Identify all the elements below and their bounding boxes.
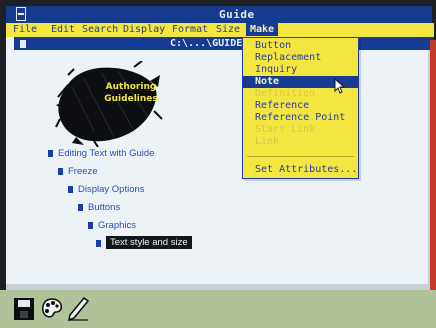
- menu-make[interactable]: Make: [246, 23, 279, 36]
- outline-bullet: [58, 168, 63, 175]
- authoring-title: Authoring Guidelines: [96, 81, 166, 105]
- make-menu-dropdown: Button Replacement Inquiry Note Definiti…: [242, 37, 359, 179]
- outline-item-editing-text[interactable]: Editing Text with Guide: [58, 148, 154, 159]
- outline-bullet: [88, 222, 93, 229]
- authoring-line-1: Authoring: [105, 82, 157, 92]
- outline-bullet: [48, 150, 53, 157]
- pen-icon[interactable]: [66, 296, 90, 322]
- menu-bar: File Edit Search Display Format Size Mak…: [6, 23, 434, 37]
- outline-item-graphics[interactable]: Graphics: [98, 220, 136, 231]
- outline-bullet: [96, 240, 101, 247]
- palette-icon[interactable]: [40, 296, 64, 322]
- menu-format[interactable]: Format: [172, 24, 208, 36]
- icon-bar: [0, 290, 436, 328]
- outline-bullet: [78, 204, 83, 211]
- menu-search[interactable]: Search: [82, 24, 118, 36]
- window-title: Guide: [219, 8, 255, 21]
- make-item-button[interactable]: Button: [243, 40, 358, 52]
- screen: Guide File Edit Search Display Format Si…: [0, 0, 436, 328]
- outline-item-text-style[interactable]: Text style and size: [106, 236, 192, 249]
- mouse-pointer-icon: [334, 78, 346, 94]
- authoring-line-2: Guidelines: [104, 94, 158, 104]
- title-bar[interactable]: Guide: [6, 6, 432, 23]
- make-item-set-attributes[interactable]: Set Attributes...: [243, 164, 358, 176]
- background-strip: [430, 40, 436, 290]
- system-menu-box[interactable]: [16, 7, 26, 21]
- menu-edit[interactable]: Edit: [51, 24, 75, 36]
- menu-separator: [247, 156, 354, 157]
- document-window: C:\...\GUIDE\AU Authoring Guidelines Edi…: [6, 37, 434, 290]
- make-item-replacement[interactable]: Replacement: [243, 52, 358, 64]
- outline-bullet: [68, 186, 73, 193]
- make-item-reference-point[interactable]: Reference Point: [243, 112, 358, 124]
- menu-display[interactable]: Display: [123, 24, 165, 36]
- document-system-box[interactable]: [20, 40, 26, 48]
- make-item-start-link: Start Link: [255, 124, 316, 135]
- document-caption[interactable]: C:\...\GUIDE\AU: [14, 37, 434, 50]
- make-item-inquiry[interactable]: Inquiry: [243, 64, 358, 76]
- menu-size[interactable]: Size: [216, 24, 240, 36]
- menu-file[interactable]: File: [13, 24, 37, 36]
- make-item-link: Link: [255, 136, 280, 147]
- outline-item-display-options[interactable]: Display Options: [78, 184, 145, 195]
- disk-icon[interactable]: [12, 296, 36, 322]
- outline-item-freeze[interactable]: Freeze: [68, 166, 98, 177]
- make-item-reference[interactable]: Reference: [243, 100, 358, 112]
- outline-item-buttons[interactable]: Buttons: [88, 202, 120, 213]
